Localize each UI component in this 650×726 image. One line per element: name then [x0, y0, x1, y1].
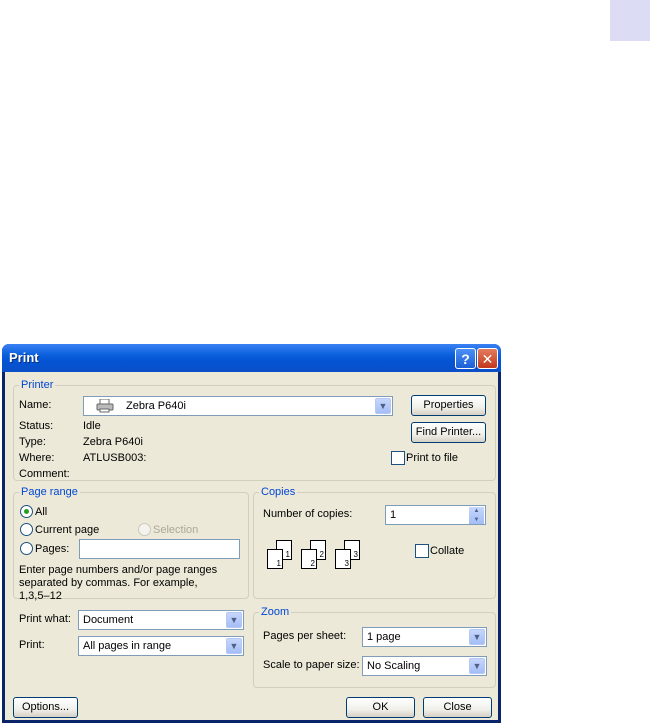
- collate-checkbox[interactable]: [415, 544, 429, 558]
- print-select[interactable]: All pages in range ▼: [78, 636, 244, 656]
- dialog-client: Printer Name: Zebra P640i ▼ Properties S…: [5, 372, 498, 720]
- pages-per-sheet-label: Pages per sheet:: [263, 630, 347, 642]
- all-radio[interactable]: [20, 505, 33, 518]
- comment-label: Comment:: [19, 468, 70, 480]
- print-to-file-label[interactable]: Print to file: [406, 452, 458, 464]
- pages-per-sheet-value: 1 page: [367, 631, 401, 643]
- number-of-copies-value: 1: [390, 509, 397, 521]
- current-page-label[interactable]: Current page: [35, 524, 99, 536]
- close-button[interactable]: Close: [423, 697, 492, 718]
- chevron-down-icon[interactable]: ▼: [375, 398, 391, 414]
- properties-button[interactable]: Properties: [411, 395, 486, 416]
- pages-label[interactable]: Pages:: [35, 543, 69, 555]
- where-label: Where:: [19, 452, 55, 464]
- spin-up-icon[interactable]: ▲: [469, 507, 484, 515]
- title-bar: Print ? ✕: [2, 344, 501, 372]
- chevron-down-icon[interactable]: ▼: [469, 658, 485, 674]
- pages-radio[interactable]: [20, 542, 33, 555]
- zoom-group-title: Zoom: [259, 606, 292, 618]
- print-what-label: Print what:: [19, 613, 71, 625]
- corner-box: [610, 0, 650, 41]
- pages-input[interactable]: [79, 539, 240, 559]
- page-icon: 1: [267, 549, 283, 569]
- dialog-title: Print: [9, 350, 39, 365]
- selection-radio[interactable]: [138, 523, 151, 536]
- selection-label: Selection: [153, 524, 199, 536]
- spin-buttons[interactable]: ▲ ▼: [469, 507, 484, 524]
- spin-down-icon[interactable]: ▼: [469, 516, 484, 524]
- collate-label[interactable]: Collate: [430, 545, 464, 557]
- scale-label: Scale to paper size:: [263, 659, 360, 671]
- find-printer-button[interactable]: Find Printer...: [411, 422, 486, 443]
- print-dialog: Print ? ✕ Printer Name: Zebra P640i ▼ Pr…: [2, 344, 501, 723]
- scale-select[interactable]: No Scaling ▼: [362, 656, 487, 676]
- scale-value: No Scaling: [367, 660, 421, 672]
- close-icon[interactable]: ✕: [477, 348, 498, 369]
- print-value: All pages in range: [83, 640, 172, 652]
- options-button[interactable]: Options...: [13, 697, 78, 718]
- page-range-hint: Enter page numbers and/or page ranges se…: [19, 564, 218, 602]
- print-what-select[interactable]: Document ▼: [78, 610, 244, 630]
- chevron-down-icon[interactable]: ▼: [469, 629, 485, 645]
- printer-name-value: Zebra P640i: [126, 400, 186, 412]
- pages-per-sheet-select[interactable]: 1 page ▼: [362, 627, 487, 647]
- number-of-copies-stepper[interactable]: 1 ▲ ▼: [385, 505, 486, 525]
- print-label: Print:: [19, 639, 45, 651]
- page-range-group-title: Page range: [19, 486, 80, 498]
- print-what-value: Document: [83, 614, 134, 626]
- status-label: Status:: [19, 420, 54, 432]
- type-value: Zebra P640i: [83, 436, 143, 448]
- printer-name-label: Name:: [19, 399, 52, 411]
- current-page-radio[interactable]: [20, 523, 33, 536]
- print-to-file-checkbox[interactable]: [391, 451, 405, 465]
- where-value: ATLUSB003:: [83, 452, 147, 464]
- printer-group-title: Printer: [19, 379, 56, 391]
- type-label: Type:: [19, 436, 46, 448]
- ok-button[interactable]: OK: [346, 697, 415, 718]
- chevron-down-icon[interactable]: ▼: [226, 612, 242, 628]
- help-button[interactable]: ?: [455, 348, 476, 369]
- copies-group-title: Copies: [259, 486, 298, 498]
- status-value: Idle: [83, 420, 101, 432]
- page-icon: 2: [301, 549, 317, 569]
- printer-icon: [96, 398, 114, 413]
- page-icon: 3: [335, 549, 351, 569]
- number-of-copies-label: Number of copies:: [263, 508, 353, 520]
- all-radio-label[interactable]: All: [35, 506, 47, 518]
- printer-name-select[interactable]: Zebra P640i ▼: [83, 396, 393, 416]
- zoom-group: Zoom: [253, 606, 496, 688]
- chevron-down-icon[interactable]: ▼: [226, 638, 242, 654]
